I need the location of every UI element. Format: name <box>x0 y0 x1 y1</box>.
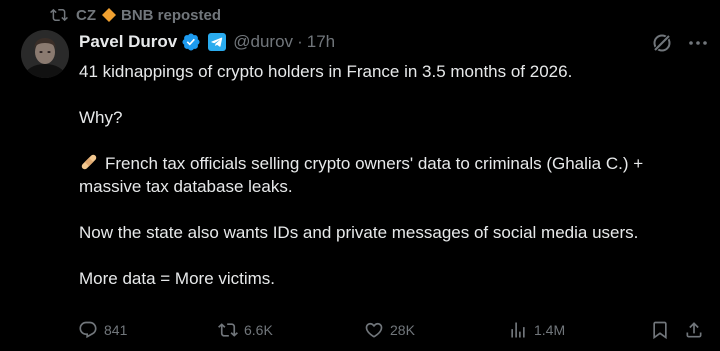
avatar[interactable] <box>21 30 69 78</box>
handle[interactable]: @durov <box>233 32 293 52</box>
tweet-line: 41 kidnappings of crypto holders in Fran… <box>79 62 573 81</box>
timestamp[interactable]: 17h <box>307 32 335 52</box>
post-header: Pavel Durov @durov · 17h <box>79 30 335 54</box>
tweet-line: Why? <box>79 108 123 127</box>
tweet-line-text: French tax officials selling crypto owne… <box>105 154 644 173</box>
adhesive-bandage-icon <box>81 154 97 170</box>
reply-count: 841 <box>104 322 128 338</box>
views-chart-icon <box>511 322 525 338</box>
bookmark-icon <box>653 321 667 340</box>
repost-icon <box>218 323 238 337</box>
bookmark-button[interactable] <box>650 318 670 342</box>
like-count: 28K <box>390 322 415 338</box>
avatar-image <box>21 30 69 78</box>
tweet-line: massive tax database leaks. <box>79 177 293 196</box>
repost-indicator[interactable]: CZ BNB reposted <box>50 4 221 26</box>
reply-icon <box>79 321 97 339</box>
like-button[interactable]: 28K <box>364 318 415 342</box>
tweet-post[interactable]: CZ BNB reposted Pavel Durov @durov · 17h <box>0 0 720 351</box>
views-button[interactable]: 1.4M <box>508 318 565 342</box>
action-bar: 841 6.6K 28K 1.4M <box>0 318 720 342</box>
verified-badge-icon[interactable] <box>181 32 201 52</box>
repost-icon <box>50 8 68 22</box>
display-name[interactable]: Pavel Durov <box>79 32 177 52</box>
repost-count: 6.6K <box>244 322 273 338</box>
tweet-line: Now the state also wants IDs and private… <box>79 223 639 242</box>
reply-button[interactable]: 841 <box>78 318 127 342</box>
grok-icon[interactable] <box>651 32 673 54</box>
share-button[interactable] <box>684 318 704 342</box>
separator-dot: · <box>297 32 303 51</box>
reposter-name[interactable]: CZ <box>76 7 96 24</box>
repost-label: BNB reposted <box>121 6 222 24</box>
more-icon[interactable] <box>687 32 709 54</box>
share-icon <box>686 322 702 338</box>
view-count: 1.4M <box>534 322 566 338</box>
heart-icon <box>365 322 383 338</box>
tweet-text[interactable]: 41 kidnappings of crypto holders in Fran… <box>79 60 709 290</box>
tweet-line-with-emoji: French tax officials selling crypto owne… <box>79 152 709 175</box>
repost-button[interactable]: 6.6K <box>218 318 273 342</box>
diamond-icon <box>102 8 116 22</box>
tweet-line: More data = More victims. <box>79 269 276 288</box>
telegram-icon[interactable] <box>207 32 227 52</box>
